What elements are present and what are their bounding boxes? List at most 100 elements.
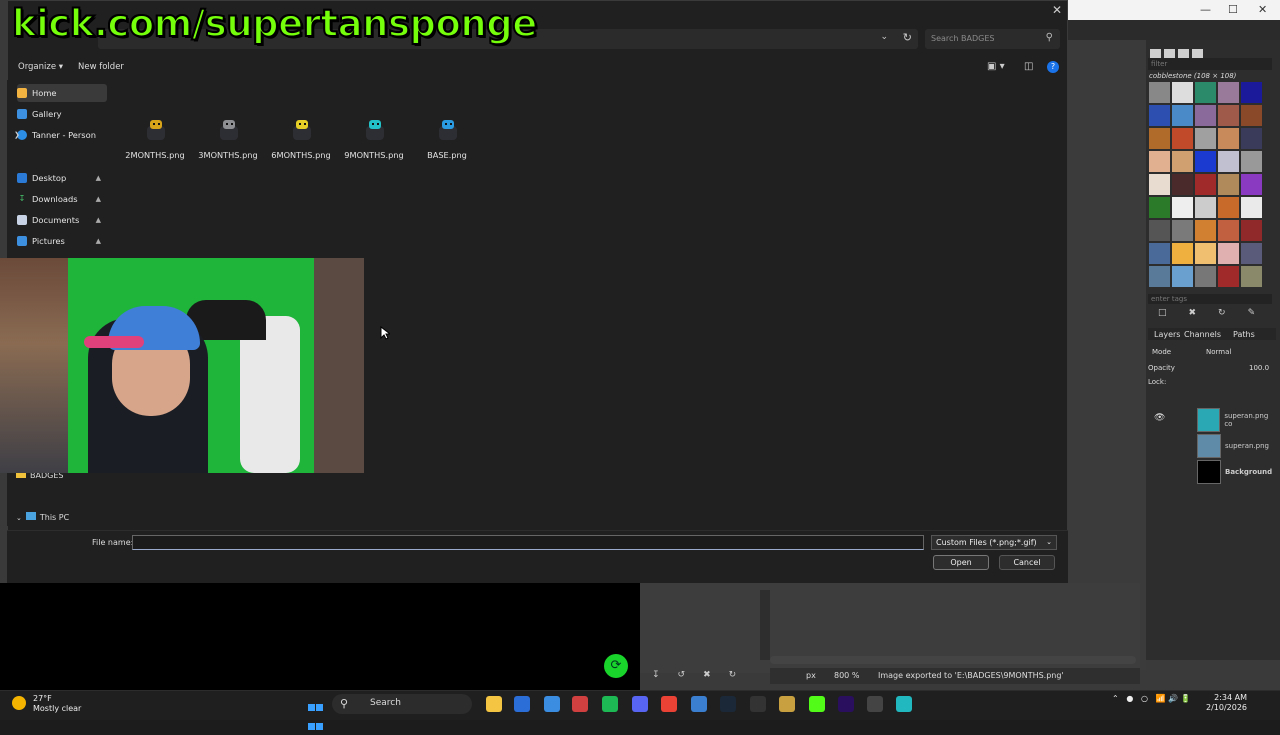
mode-select[interactable]: Normal (1206, 348, 1231, 356)
file-type-select[interactable]: Custom Files (*.png;*.gif) ⌄ (931, 535, 1057, 550)
pin-icon[interactable]: ▲ (96, 195, 101, 203)
dialog-close-icon[interactable]: ✕ (1052, 3, 1062, 17)
pattern-swatch[interactable] (1241, 220, 1262, 241)
expand-icon[interactable]: ❯ (14, 131, 20, 139)
layer-row[interactable]: Background (1197, 460, 1277, 484)
layers-tabbar[interactable]: Layers Channels Paths (1148, 328, 1276, 340)
pattern-swatch[interactable] (1149, 243, 1170, 264)
file-item[interactable]: 2MONTHS.png (120, 118, 190, 160)
minimize-icon[interactable]: — (1200, 3, 1211, 16)
horizontal-scrollbar[interactable] (770, 656, 1136, 664)
pattern-swatch[interactable] (1218, 82, 1239, 103)
pattern-swatch[interactable] (1172, 105, 1193, 126)
bottom-tool-icons[interactable]: ↧↺✖↻ (640, 670, 770, 686)
file-item[interactable]: 6MONTHS.png (266, 118, 336, 160)
terminal-icon[interactable] (750, 696, 766, 712)
pattern-swatch[interactable] (1149, 220, 1170, 241)
nav-item-documents[interactable]: Documents ▲ (17, 211, 107, 229)
maximize-icon[interactable]: ☐ (1228, 3, 1238, 16)
store-red-icon[interactable] (572, 696, 588, 712)
pattern-grid[interactable] (1149, 82, 1267, 292)
pattern-swatch[interactable] (1149, 197, 1170, 218)
chevron-down-icon[interactable]: ⌄ (880, 32, 888, 42)
pattern-actions[interactable]: □✖↻✎ (1158, 308, 1268, 320)
refresh-icon[interactable]: ↻ (903, 31, 912, 44)
obs-icon[interactable] (867, 696, 883, 712)
nav-item-onedrive[interactable]: ❯ Tanner - Person (14, 126, 107, 144)
pattern-swatch[interactable] (1218, 151, 1239, 172)
layer-row[interactable]: superan.png (1197, 434, 1277, 458)
search-input[interactable]: Search BADGES ⚲ (925, 29, 1060, 49)
open-button[interactable]: Open (933, 555, 989, 570)
pattern-swatch[interactable] (1241, 82, 1262, 103)
new-folder-button[interactable]: New folder (78, 62, 124, 72)
pattern-swatch[interactable] (1241, 151, 1262, 172)
pattern-swatch[interactable] (1218, 128, 1239, 149)
weather-widget[interactable]: 27°F Mostly clear (33, 694, 81, 714)
pattern-swatch[interactable] (1218, 105, 1239, 126)
pattern-swatch[interactable] (1195, 266, 1216, 287)
store-icon[interactable] (544, 696, 560, 712)
floating-record-icon[interactable]: ⟳ (604, 654, 628, 678)
pattern-swatch[interactable] (1172, 82, 1193, 103)
preview-pane-icon[interactable]: ◫ (1024, 61, 1033, 72)
nav-item-home[interactable]: Home (17, 84, 107, 102)
pattern-swatch[interactable] (1195, 243, 1216, 264)
discord-icon[interactable] (632, 696, 648, 712)
tab-channels[interactable]: Channels (1184, 330, 1221, 339)
nav-item-gallery[interactable]: Gallery (17, 105, 107, 123)
opacity-value[interactable]: 100.0 (1249, 364, 1269, 372)
pattern-swatch[interactable] (1218, 243, 1239, 264)
pattern-swatch[interactable] (1241, 174, 1262, 195)
pattern-swatch[interactable] (1149, 174, 1170, 195)
canvas-area[interactable] (1068, 80, 1146, 670)
weather-icon[interactable] (12, 696, 26, 710)
gimp-tool-icon[interactable] (779, 696, 795, 712)
visibility-eye-icon[interactable]: 👁 (1154, 413, 1165, 423)
steam-icon[interactable] (720, 696, 736, 712)
view-options-icon[interactable]: ▣ ▾ (987, 61, 1005, 72)
pattern-swatch[interactable] (1149, 105, 1170, 126)
system-clock[interactable]: 2:34 AM 2/10/2026 (1206, 693, 1247, 713)
pattern-swatch[interactable] (1241, 105, 1262, 126)
pattern-swatch[interactable] (1218, 197, 1239, 218)
nav-item-pictures[interactable]: Pictures ▲ (17, 232, 107, 250)
pattern-swatch[interactable] (1172, 197, 1193, 218)
pattern-swatch[interactable] (1195, 105, 1216, 126)
spotify-icon[interactable] (602, 696, 618, 712)
file-explorer-icon[interactable] (486, 696, 502, 712)
pattern-swatch[interactable] (1172, 128, 1193, 149)
system-tray[interactable]: ⌃ ● ○ 📶 🔊 🔋 (1112, 694, 1191, 703)
pattern-swatch[interactable] (1149, 266, 1170, 287)
pattern-swatch[interactable] (1195, 128, 1216, 149)
pattern-swatch[interactable] (1241, 197, 1262, 218)
pin-icon[interactable]: ▲ (96, 174, 101, 182)
pattern-swatch[interactable] (1172, 151, 1193, 172)
pattern-swatch[interactable] (1195, 151, 1216, 172)
word-icon[interactable] (514, 696, 530, 712)
pattern-swatch[interactable] (1195, 82, 1216, 103)
pattern-swatch[interactable] (1218, 174, 1239, 195)
file-item[interactable]: 3MONTHS.png (193, 118, 263, 160)
pin-icon[interactable]: ▲ (96, 237, 101, 245)
pattern-swatch[interactable] (1218, 266, 1239, 287)
pattern-swatch[interactable] (1149, 128, 1170, 149)
cancel-button[interactable]: Cancel (999, 555, 1055, 570)
tab-paths[interactable]: Paths (1233, 330, 1255, 339)
organize-button[interactable]: Organize ▾ (18, 62, 63, 72)
chrome-icon[interactable] (661, 696, 677, 712)
pattern-filter-input[interactable]: filter (1148, 58, 1272, 70)
close-icon[interactable]: ✕ (1258, 3, 1267, 16)
pattern-swatch[interactable] (1195, 197, 1216, 218)
kick-icon[interactable] (809, 696, 825, 712)
file-item[interactable]: BASE.png (412, 118, 482, 160)
file-name-input[interactable] (132, 535, 924, 550)
pattern-swatch[interactable] (1241, 128, 1262, 149)
nav-item-downloads[interactable]: ↧ Downloads ▲ (17, 190, 107, 208)
pattern-swatch[interactable] (1195, 220, 1216, 241)
pattern-swatch[interactable] (1195, 174, 1216, 195)
unit-select[interactable]: px (806, 671, 816, 680)
tags-input[interactable]: enter tags (1148, 294, 1272, 304)
photos-icon[interactable] (691, 696, 707, 712)
help-icon[interactable]: ? (1047, 61, 1059, 73)
